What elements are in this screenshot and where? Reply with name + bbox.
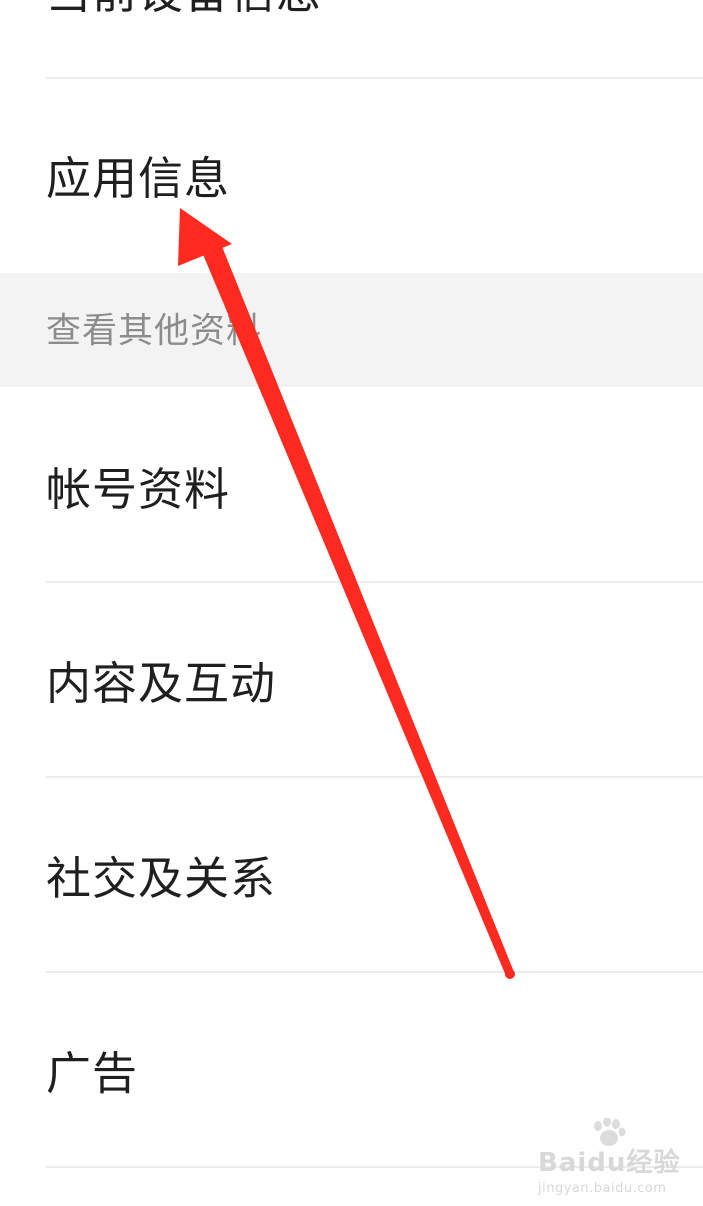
baidu-jingyan-watermark: Baidu经验 jingyan.baidu.com: [538, 1118, 698, 1198]
list-item-social-relations[interactable]: 社交及关系: [0, 778, 703, 971]
list-item-app-info[interactable]: 应用信息: [0, 79, 703, 273]
list-item-current-device-info[interactable]: 当前设备信息: [0, 0, 703, 78]
paw-logo-icon: [594, 1118, 626, 1146]
list-item-label: 内容及互动: [46, 657, 277, 710]
section-header-other-data: 查看其他资料: [0, 273, 703, 387]
list-item-account-info[interactable]: 帐号资料: [0, 387, 703, 581]
section-header-label: 查看其他资料: [46, 311, 263, 352]
watermark-url: jingyan.baidu.com: [538, 1181, 667, 1196]
list-item-label: 社交及关系: [46, 852, 277, 905]
list-item-label: 当前设备信息: [46, 0, 322, 15]
list-item-label: 应用信息: [46, 152, 231, 205]
settings-screen: 当前设备信息 应用信息 查看其他资料 帐号资料 内容及互动 社交及关系 广告: [0, 0, 703, 1206]
list-item-label: 帐号资料: [46, 463, 231, 516]
list-item-label: 广告: [46, 1047, 139, 1100]
list-item-content-interaction[interactable]: 内容及互动: [0, 583, 703, 776]
